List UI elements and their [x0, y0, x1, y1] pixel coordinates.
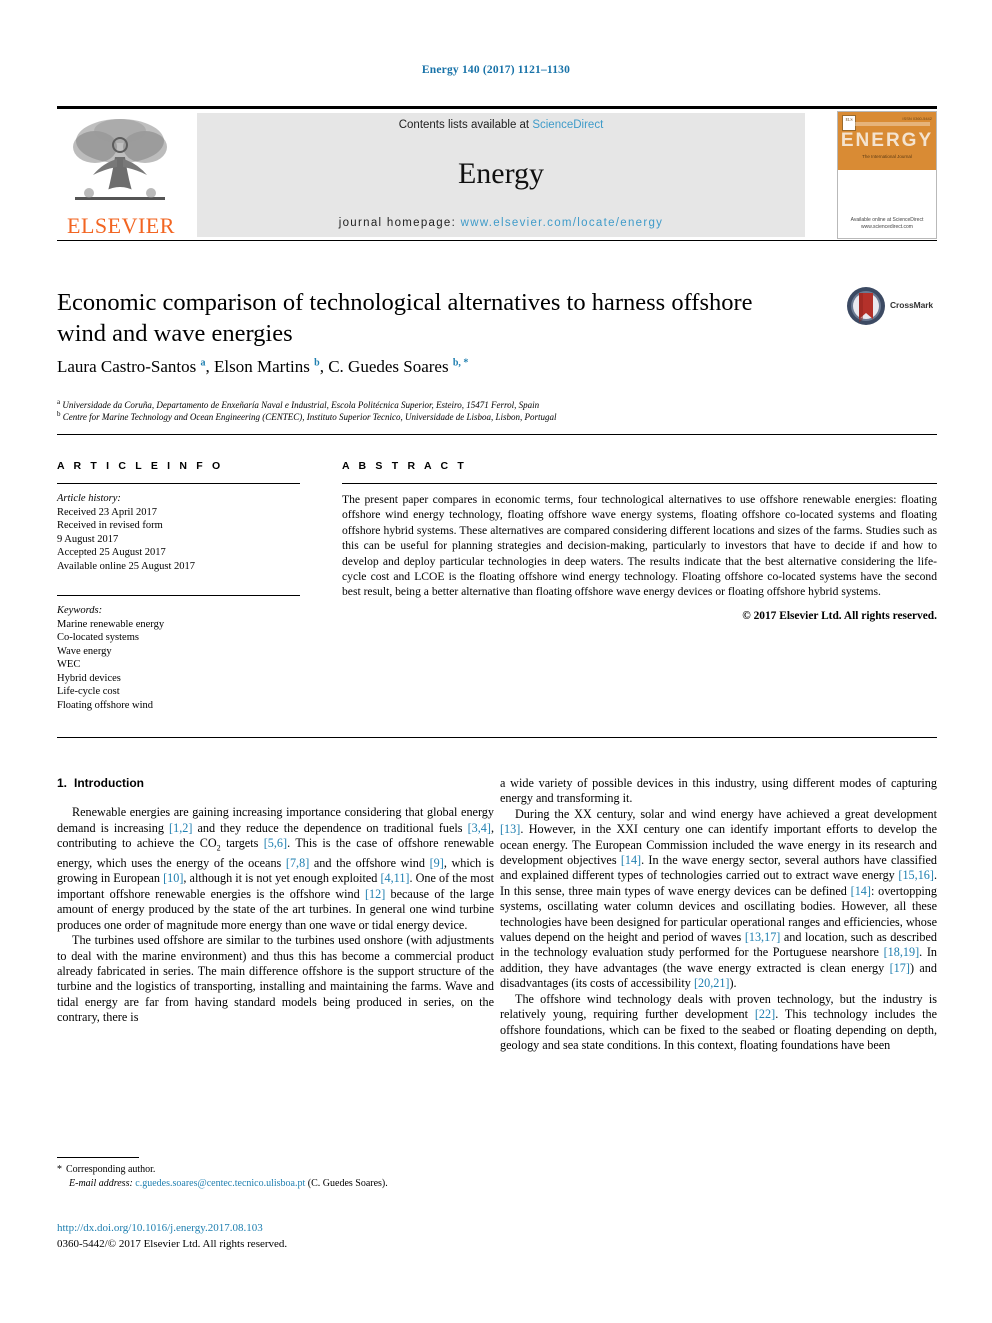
authors-bottom-rule: [57, 434, 937, 435]
contents-prefix: Contents lists available at: [398, 119, 533, 131]
keyword-item: WEC: [57, 659, 81, 670]
email-link[interactable]: c.guedes.soares@centec.tecnico.ulisboa.p…: [135, 1178, 305, 1189]
affiliation-b: b Centre for Marine Technology and Ocean…: [57, 408, 877, 423]
elsevier-wordmark: ELSEVIER: [67, 213, 175, 238]
article-history-block: Article history: Received 23 April 2017 …: [57, 492, 300, 573]
paper-page: Energy 140 (2017) 1121–1130 ELSEVIER Con…: [0, 0, 992, 1323]
section-number: 1.: [57, 776, 68, 790]
corresponding-author-marker: *: [57, 1164, 62, 1175]
crossmark-badge[interactable]: CrossMark: [846, 286, 938, 328]
abstract-bottom-rule: [57, 737, 937, 738]
section-heading-introduction: 1. Introduction: [57, 776, 494, 791]
footnote-block: * Corresponding author. E-mail address: c…: [57, 1163, 497, 1190]
body-column-left: 1. Introduction Renewable energies are ga…: [57, 776, 494, 1026]
paragraph: Renewable energies are gaining increasin…: [57, 805, 495, 932]
journal-title: Energy: [457, 157, 545, 190]
abstract-text: The present paper compares in economic t…: [342, 493, 937, 599]
history-item: Accepted 25 August 2017: [57, 547, 166, 558]
crossmark-label: CrossMark: [890, 300, 934, 310]
keywords-block: Keywords: Marine renewable energy Co-loc…: [57, 604, 300, 712]
abstract-rule: [342, 483, 937, 484]
article-info-rule: [57, 483, 300, 484]
affiliation-text-b: Centre for Marine Technology and Ocean E…: [62, 412, 557, 422]
keyword-item: Marine renewable energy: [57, 618, 165, 630]
elsevier-tree-icon: [73, 119, 167, 200]
sciencedirect-link[interactable]: ScienceDirect: [532, 119, 603, 131]
section-title: Introduction: [74, 776, 144, 790]
journal-banner: ELSEVIER Contents lists available at Sci…: [57, 106, 937, 239]
article-info-heading: A R T I C L E I N F O: [57, 460, 224, 472]
footnote-separator: [57, 1157, 139, 1158]
contents-available-line: Contents lists available at ScienceDirec…: [197, 119, 805, 131]
history-item: Received 23 April 2017: [57, 506, 158, 518]
abstract-copyright: © 2017 Elsevier Ltd. All rights reserved…: [742, 609, 937, 622]
journal-cover-thumbnail[interactable]: ELS ISSN 0360-5442 ENERGY The Internatio…: [837, 111, 937, 239]
banner-bottom-rule: [57, 240, 937, 241]
elsevier-logo: ELSEVIER: [57, 113, 185, 237]
cover-title: ENERGY: [840, 130, 934, 151]
body-column-right: a wide variety of possible devices in th…: [500, 776, 937, 1053]
history-item: Received in revised form: [57, 520, 163, 531]
page-title: Economic comparison of technological alt…: [57, 289, 753, 347]
cover-footer-note: Available online at ScienceDirect www.sc…: [850, 217, 924, 230]
banner-center-panel: Contents lists available at ScienceDirec…: [197, 113, 805, 237]
keyword-item: Life-cycle cost: [57, 686, 120, 697]
doi-link[interactable]: http://dx.doi.org/10.1016/j.energy.2017.…: [57, 1222, 263, 1234]
history-item: Available online 25 August 2017: [57, 560, 196, 572]
keywords-rule: [57, 595, 300, 596]
journal-homepage-line: journal homepage: www.elsevier.com/locat…: [197, 217, 805, 229]
running-head: Energy 140 (2017) 1121–1130: [421, 64, 571, 76]
history-item: 9 August 2017: [57, 533, 119, 545]
article-history-label: Article history:: [57, 493, 121, 504]
affiliation-marker-b: b: [57, 410, 61, 418]
paragraph: The offshore wind technology deals with …: [500, 991, 937, 1052]
keywords-label: Keywords:: [57, 605, 103, 616]
author-list: Laura Castro-Santos a, Elson Martins b, …: [57, 357, 469, 376]
email-label: E-mail address:: [69, 1177, 133, 1189]
email-owner: (C. Guedes Soares).: [307, 1177, 388, 1189]
journal-homepage-link[interactable]: www.elsevier.com/locate/energy: [461, 217, 664, 229]
paragraph: a wide variety of possible devices in th…: [500, 776, 937, 806]
keyword-item: Co-located systems: [57, 632, 139, 643]
abstract-column: A B S T R A C T The present paper compar…: [342, 460, 937, 622]
paragraph: During the XX century, solar and wind en…: [500, 806, 938, 991]
email-line: E-mail address: c.guedes.soares@centec.t…: [57, 1177, 497, 1191]
keyword-item: Wave energy: [57, 645, 112, 657]
issn-copyright-line: 0360-5442/© 2017 Elsevier Ltd. All right…: [57, 1238, 288, 1250]
keyword-item: Floating offshore wind: [57, 699, 154, 711]
abstract-heading: A B S T R A C T: [342, 460, 467, 472]
paragraph: The turbines used offshore are similar t…: [57, 933, 494, 1025]
cover-issn: ISSN 0360-5442: [902, 116, 932, 121]
homepage-prefix: journal homepage:: [338, 217, 461, 229]
crossmark-icon: [847, 287, 885, 325]
corresponding-author-line: * Corresponding author.: [57, 1163, 497, 1177]
cover-subtitle: The International Journal: [862, 154, 912, 159]
affiliation-marker-a: a: [57, 398, 61, 406]
keyword-item: Hybrid devices: [57, 672, 121, 684]
cover-decor-strip: [844, 122, 930, 126]
corresponding-author-label: Corresponding author.: [66, 1164, 156, 1175]
article-info-column: A R T I C L E I N F O Article history: R…: [57, 460, 300, 712]
